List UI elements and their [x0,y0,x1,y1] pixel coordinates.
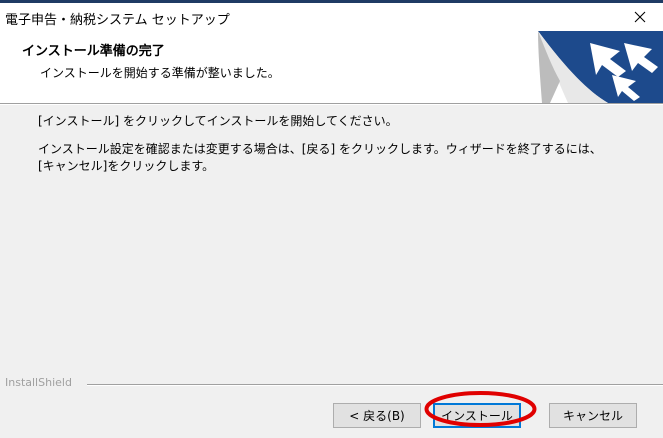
page-title: インストール準備の完了 [22,44,165,59]
instruction-text-2: インストール設定を確認または変更する場合は、[戻る] をクリックします。ウィザー… [38,142,602,156]
installer-logo-icon [538,31,663,103]
window-title: 電子申告・納税システム セットアップ [5,13,230,28]
cancel-button[interactable]: キャンセル [549,403,637,428]
footer-divider-highlight [87,385,663,386]
wizard-body: [インストール] をクリックしてインストールを開始してください。 インストール設… [0,105,663,438]
instruction-text-3: [キャンセル]をクリックします。 [38,159,215,173]
page-subtitle: インストールを開始する準備が整いました。 [40,66,280,80]
install-button[interactable]: インストール [433,403,521,428]
installshield-label: InstallShield [5,376,72,389]
wizard-header: インストール準備の完了 インストールを開始する準備が整いました。 [0,31,663,103]
instruction-text-1: [インストール] をクリックしてインストールを開始してください。 [38,114,398,128]
close-button[interactable] [617,3,663,31]
back-button[interactable]: < 戻る(B) [333,403,421,428]
title-bar: 電子申告・納税システム セットアップ [0,3,663,31]
close-icon [634,11,646,23]
